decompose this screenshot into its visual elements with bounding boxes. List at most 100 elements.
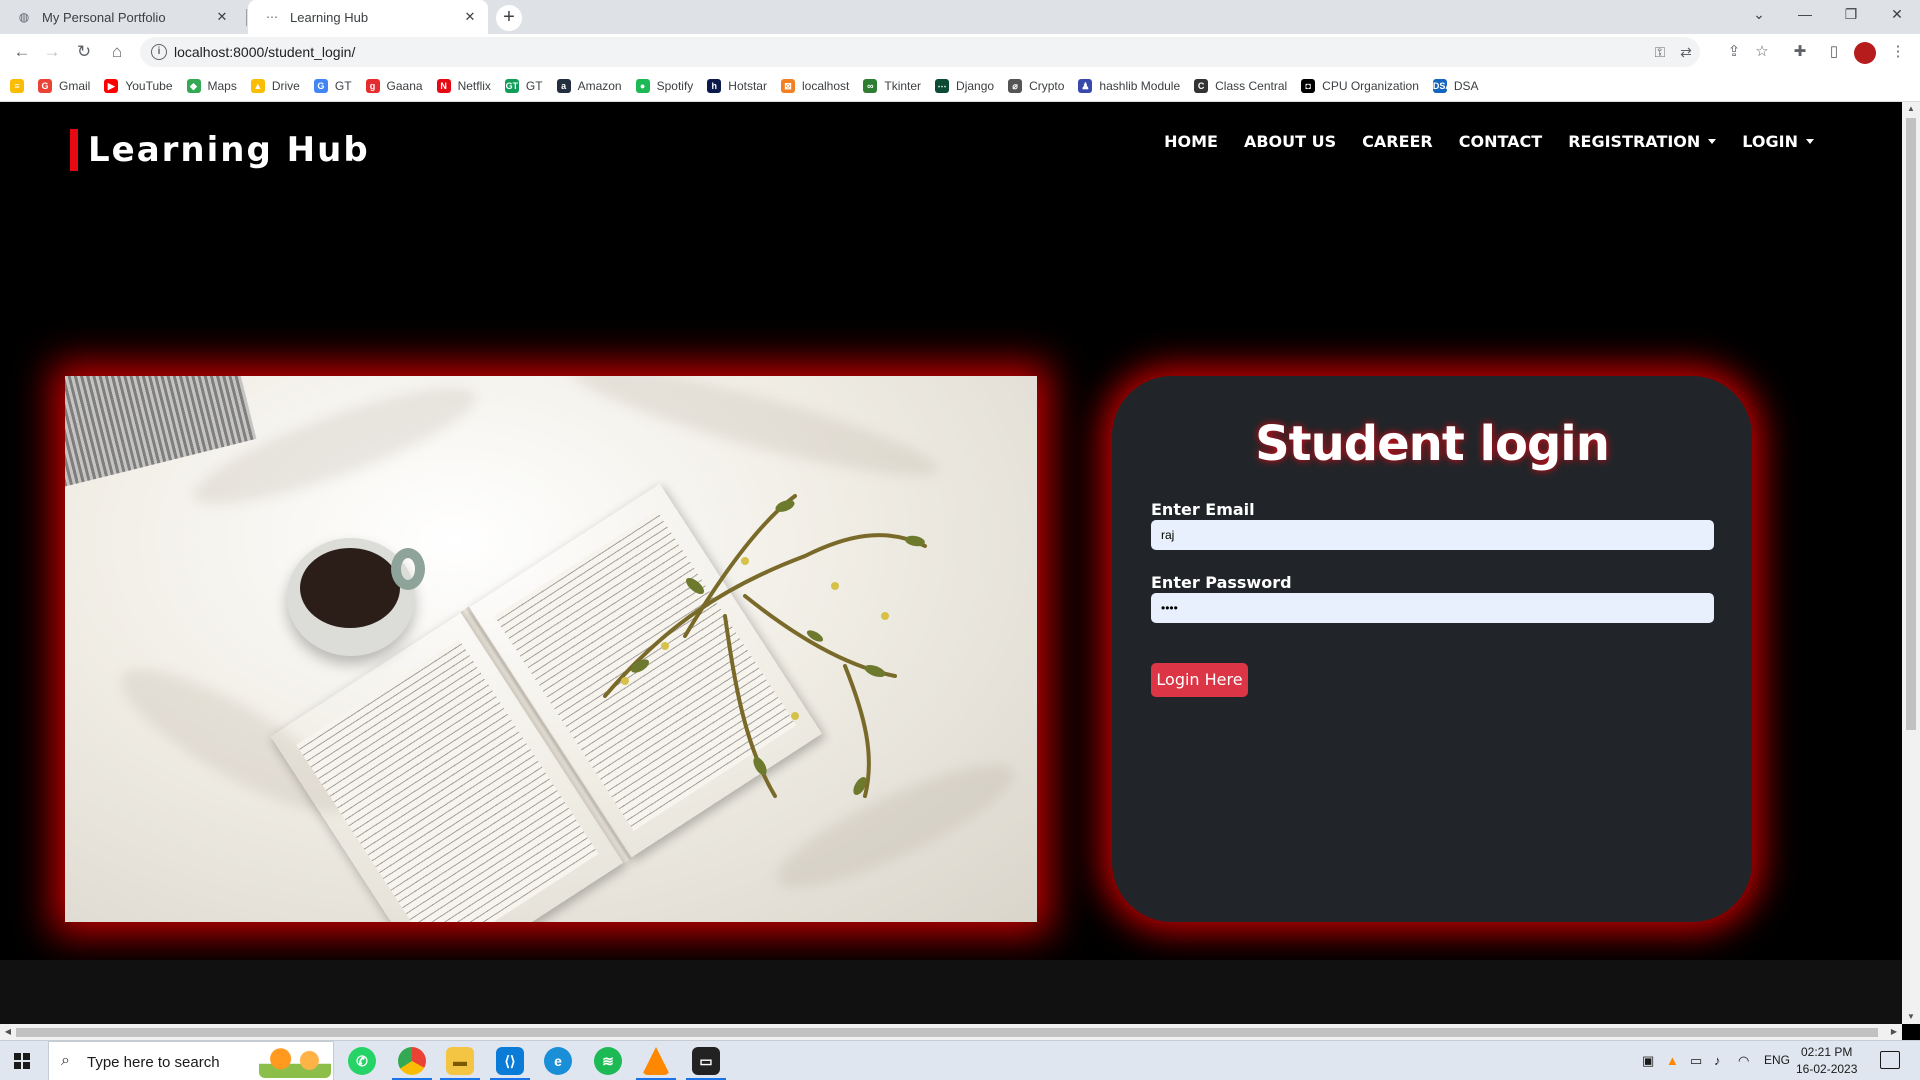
- tab-search-icon[interactable]: ⌄: [1736, 0, 1782, 30]
- nav-login-dropdown[interactable]: LOGIN: [1742, 132, 1814, 151]
- scroll-down-icon[interactable]: ▼: [1902, 1010, 1920, 1024]
- close-window-button[interactable]: ✕: [1874, 0, 1920, 30]
- brand-logo[interactable]: Learning Hub: [70, 129, 370, 171]
- bookmark-item[interactable]: ◆ Maps: [186, 78, 237, 93]
- bookmark-label: GT: [525, 78, 543, 93]
- bookmark-item[interactable]: GT GT: [504, 78, 543, 93]
- password-label: Enter Password: [1151, 573, 1292, 592]
- vscode-icon[interactable]: ⟨⟩: [496, 1047, 524, 1075]
- bookmark-item[interactable]: ⌀ Crypto: [1008, 78, 1065, 93]
- tab-learning-hub[interactable]: ⋯ Learning Hub ✕: [248, 0, 488, 34]
- minimize-button[interactable]: —: [1782, 0, 1828, 30]
- bookmark-label: Drive: [271, 78, 300, 93]
- nav-career[interactable]: CAREER: [1362, 132, 1433, 151]
- language-indicator[interactable]: ENG: [1764, 1053, 1790, 1067]
- vlc-tray-icon[interactable]: ▲: [1666, 1053, 1679, 1068]
- scrollbar-thumb[interactable]: [1906, 118, 1916, 730]
- menu-icon[interactable]: ⋮: [1884, 38, 1912, 66]
- bookmark-item[interactable]: ♟ hashlib Module: [1078, 78, 1180, 93]
- nav-home[interactable]: HOME: [1164, 132, 1218, 151]
- bookmark-item[interactable]: ∞ Tkinter: [863, 78, 921, 93]
- horizontal-scrollbar[interactable]: ◀ ▶: [0, 1024, 1902, 1040]
- password-field[interactable]: [1151, 593, 1714, 623]
- bookmark-item[interactable]: N Netflix: [436, 78, 491, 93]
- bookmark-item[interactable]: h Hotstar: [707, 78, 767, 93]
- bookmark-favicon-icon: a: [556, 78, 571, 93]
- terminal-icon[interactable]: ▭: [692, 1047, 720, 1075]
- home-icon[interactable]: ⌂: [103, 38, 131, 66]
- bookmark-item[interactable]: ◘ CPU Organization: [1301, 78, 1419, 93]
- vlc-icon[interactable]: [642, 1047, 670, 1075]
- translate-icon[interactable]: ⇄: [1676, 42, 1696, 62]
- bookmark-item[interactable]: ⊠ localhost: [780, 78, 849, 93]
- wifi-icon[interactable]: ◠: [1738, 1053, 1749, 1069]
- reload-icon[interactable]: ↻: [70, 38, 98, 66]
- bookmark-favicon-icon: ⋯: [935, 78, 950, 93]
- nav-registration-dropdown[interactable]: REGISTRATION: [1568, 132, 1717, 151]
- bookmark-label: Spotify: [656, 78, 694, 93]
- site-info-icon[interactable]: i: [151, 44, 167, 60]
- scrollbar-thumb[interactable]: [16, 1028, 1878, 1037]
- tab-strip: ◍ My Personal Portfolio ✕ ⋯ Learning Hub…: [0, 0, 1920, 34]
- nav-contact[interactable]: CONTACT: [1459, 132, 1542, 151]
- brand-accent-bar: [70, 129, 78, 171]
- bookmark-item[interactable]: ▶ YouTube: [104, 78, 173, 93]
- vertical-scrollbar[interactable]: ▲ ▼: [1902, 102, 1920, 1024]
- file-explorer-icon[interactable]: ▬: [446, 1047, 474, 1075]
- login-button[interactable]: Login Here: [1151, 663, 1248, 697]
- bookmark-item[interactable]: ● Spotify: [635, 78, 694, 93]
- bookmark-item[interactable]: C Class Central: [1194, 78, 1288, 93]
- clock-date: 16-02-2023: [1796, 1062, 1858, 1076]
- clock[interactable]: 02:21 PM 16-02-2023: [1796, 1044, 1857, 1078]
- notifications-icon[interactable]: [1880, 1051, 1900, 1069]
- tab-portfolio[interactable]: ◍ My Personal Portfolio ✕: [0, 0, 240, 34]
- taskbar-search[interactable]: ⌕ Type here to search: [48, 1041, 334, 1080]
- close-tab-icon[interactable]: ✕: [462, 9, 478, 25]
- edge-icon[interactable]: e: [544, 1047, 572, 1075]
- email-field[interactable]: [1151, 520, 1714, 550]
- tab-title: My Personal Portfolio: [42, 9, 166, 25]
- url-text[interactable]: localhost:8000/student_login/: [174, 44, 355, 60]
- bookmark-item[interactable]: G GT: [313, 78, 352, 93]
- bookmark-item[interactable]: g Gaana: [365, 78, 423, 93]
- page-viewport: Learning Hub HOME ABOUT US CAREER CONTAC…: [0, 102, 1902, 1024]
- bookmark-item[interactable]: ⋯ Django: [935, 78, 994, 93]
- bookmark-label: Class Central: [1215, 78, 1288, 93]
- bookmark-item[interactable]: ▲ Drive: [250, 78, 300, 93]
- scroll-up-icon[interactable]: ▲: [1902, 102, 1920, 116]
- volume-icon[interactable]: ♪: [1714, 1053, 1721, 1068]
- bookmark-item[interactable]: DSA DSA: [1432, 78, 1479, 93]
- bookmark-item[interactable]: a Amazon: [556, 78, 622, 93]
- new-tab-button[interactable]: +: [496, 5, 522, 31]
- bookmark-favicon-icon: ▲: [250, 78, 265, 93]
- whatsapp-icon[interactable]: ✆: [348, 1047, 376, 1075]
- scroll-left-icon[interactable]: ◀: [0, 1024, 16, 1040]
- battery-icon[interactable]: ▭: [1690, 1053, 1702, 1069]
- share-icon[interactable]: ⇪: [1720, 38, 1748, 66]
- chrome-icon[interactable]: [398, 1047, 426, 1075]
- device-icon[interactable]: ▣: [1642, 1053, 1654, 1069]
- globe-icon: ◍: [18, 10, 30, 24]
- nav-about-us[interactable]: ABOUT US: [1244, 132, 1336, 151]
- restore-button[interactable]: ❐: [1828, 0, 1874, 30]
- bookmark-star-icon[interactable]: ☆: [1748, 38, 1776, 66]
- avatar[interactable]: [1854, 42, 1876, 64]
- back-icon[interactable]: ←: [8, 38, 36, 66]
- extensions-icon[interactable]: ✚: [1786, 38, 1814, 66]
- key-icon[interactable]: ⚿: [1650, 42, 1670, 62]
- bookmark-label: Crypto: [1029, 78, 1065, 93]
- clock-time: 02:21 PM: [1801, 1045, 1853, 1059]
- apps-icon: ≡: [10, 78, 24, 93]
- close-tab-icon[interactable]: ✕: [214, 9, 230, 25]
- bookmark-item[interactable]: G Gmail: [38, 78, 90, 93]
- windows-start-icon[interactable]: [14, 1053, 30, 1069]
- hero-image-book-coffee: [65, 376, 1037, 922]
- address-bar[interactable]: i localhost:8000/student_login/ ⚿ ⇄: [140, 37, 1700, 67]
- scroll-right-icon[interactable]: ▶: [1886, 1024, 1902, 1040]
- forward-icon[interactable]: →: [38, 38, 66, 66]
- bookmark-apps[interactable]: ≡: [10, 78, 24, 93]
- side-panel-icon[interactable]: ▯: [1820, 38, 1848, 66]
- bookmark-favicon-icon: GT: [504, 78, 519, 93]
- bookmark-label: Hotstar: [728, 78, 767, 93]
- spotify-icon[interactable]: ≋: [594, 1047, 622, 1075]
